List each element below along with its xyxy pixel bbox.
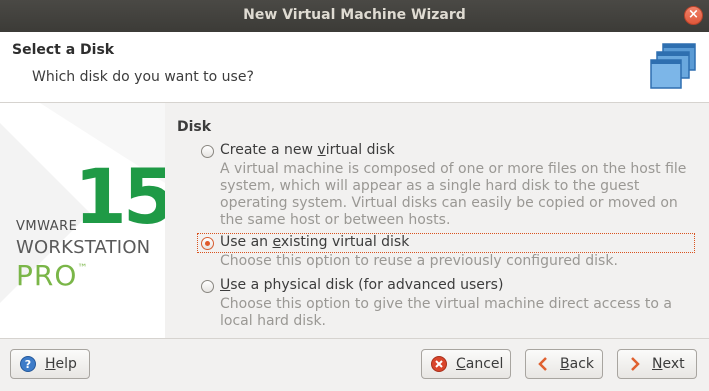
- option-existing-description: Choose this option to reuse a previously…: [220, 253, 618, 269]
- radio-physical-disk[interactable]: [201, 280, 214, 293]
- option-new-description: A virtual machine is composed of one or …: [220, 161, 687, 228]
- option-physical-label[interactable]: Use a physical disk (for advanced users): [220, 277, 503, 293]
- next-button[interactable]: Next: [617, 349, 697, 379]
- option-physical-description: Choose this option to give the virtual m…: [220, 296, 672, 329]
- back-button[interactable]: Back: [525, 349, 603, 379]
- cancel-icon: [431, 356, 447, 372]
- product-name: WORKSTATION: [16, 237, 151, 258]
- radio-new-virtual-disk[interactable]: [201, 145, 214, 158]
- disk-options-panel: Disk Create a new virtual disk A virtual…: [165, 103, 709, 338]
- close-icon: ×: [688, 7, 699, 22]
- radio-existing-virtual-disk[interactable]: [201, 237, 214, 250]
- stacked-windows-icon: [650, 43, 696, 89]
- cancel-button[interactable]: Cancel: [421, 349, 511, 379]
- title-bar: New Virtual Machine Wizard ×: [0, 0, 709, 32]
- help-icon: ?: [20, 356, 36, 372]
- page-subtitle: Which disk do you want to use?: [32, 69, 254, 85]
- edition-name: PRO™: [16, 259, 89, 292]
- option-new-label[interactable]: Create a new virtual disk: [220, 142, 395, 158]
- back-arrow-icon: [538, 357, 547, 371]
- vendor-name: VMWARE: [16, 219, 78, 234]
- wizard-header: Select a Disk Which disk do you want to …: [0, 32, 709, 103]
- brand-panel: 15 VMWARE WORKSTATION PRO™: [0, 103, 176, 338]
- svg-text:?: ?: [25, 358, 31, 371]
- help-button[interactable]: ? Help: [10, 349, 90, 379]
- disk-section-label: Disk: [177, 119, 212, 135]
- page-title: Select a Disk: [12, 42, 115, 58]
- version-number: 15: [74, 152, 176, 241]
- trademark-symbol: ™: [77, 263, 89, 274]
- next-arrow-icon: [631, 357, 640, 371]
- option-existing-label[interactable]: Use an existing virtual disk: [220, 234, 409, 250]
- close-button[interactable]: ×: [684, 6, 703, 25]
- button-bar: ? Help Cancel Back Next: [0, 338, 709, 391]
- window-title: New Virtual Machine Wizard: [243, 7, 466, 23]
